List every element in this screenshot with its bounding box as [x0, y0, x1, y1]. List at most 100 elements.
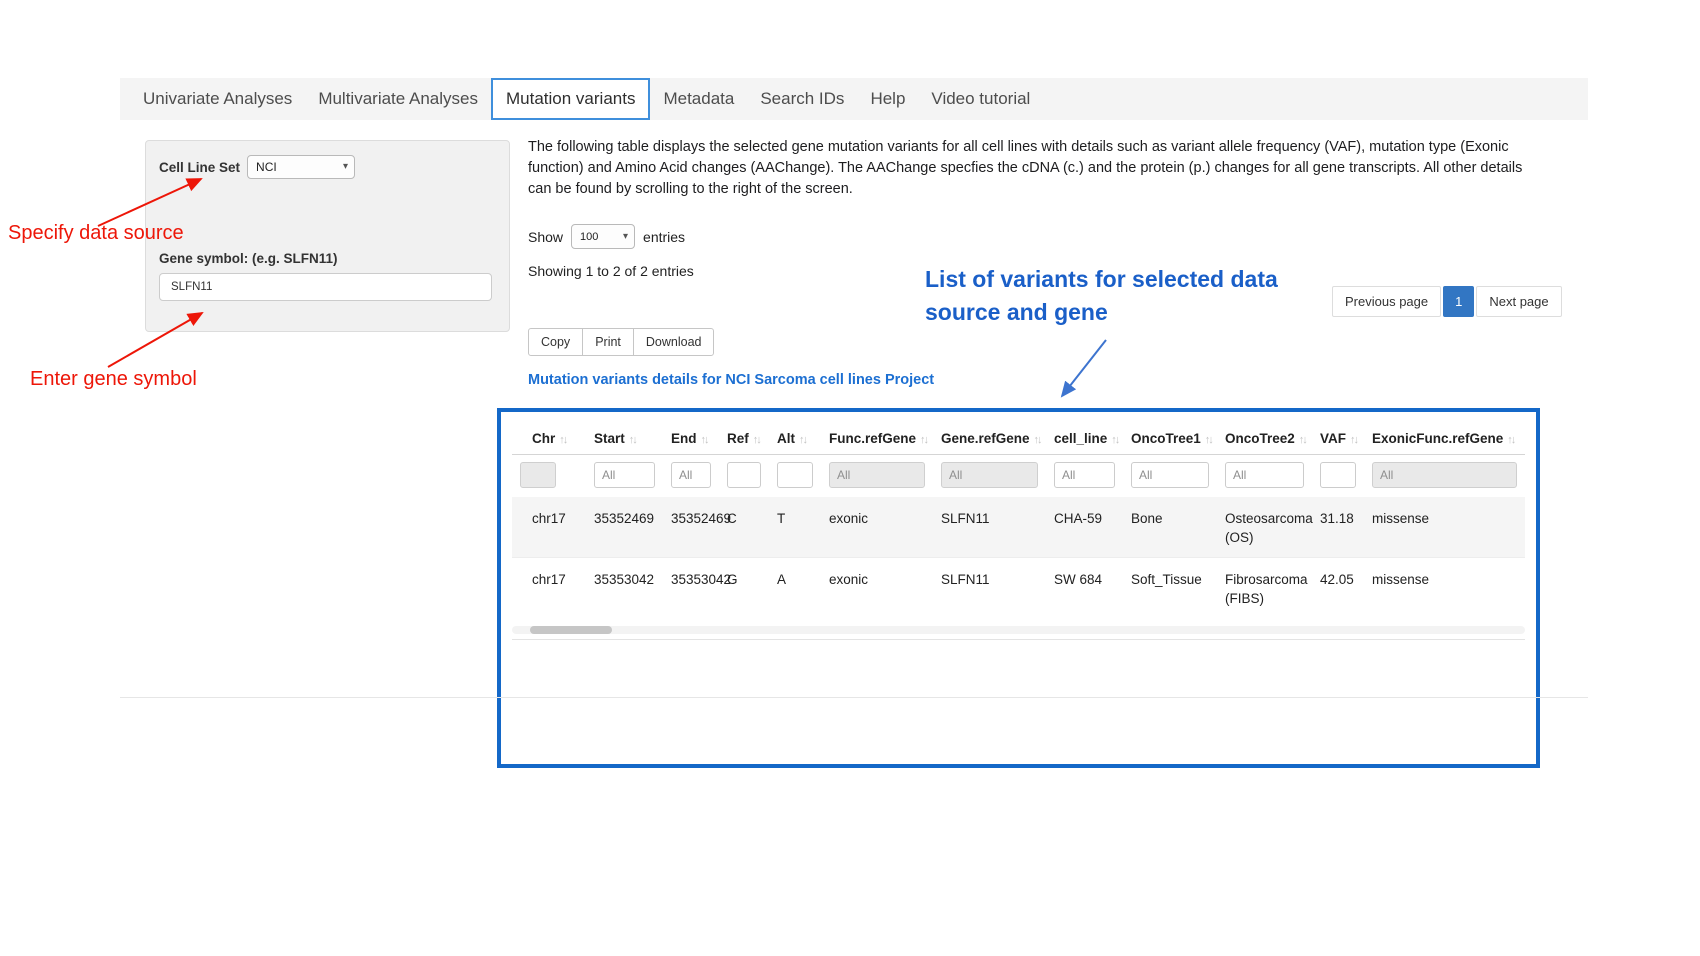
table-cell: missense [1364, 558, 1525, 619]
description-text: The following table displays the selecte… [528, 137, 1533, 200]
sort-icon[interactable]: ↑↓ [701, 434, 708, 446]
filter-row [512, 455, 1525, 498]
content-bottom-divider [120, 697, 1588, 698]
table-cell: Osteosarcoma (OS) [1217, 497, 1312, 558]
sort-icon[interactable]: ↑↓ [1299, 434, 1306, 446]
table-cell: SW 684 [1046, 558, 1123, 619]
tab-univariate-analyses[interactable]: Univariate Analyses [130, 78, 305, 120]
table-cell: 35353042 [586, 558, 663, 619]
copy-button[interactable]: Copy [528, 328, 583, 356]
column-header-ref[interactable]: Ref↑↓ [719, 423, 769, 455]
table-cell: chr17 [512, 558, 586, 619]
show-label: Show [528, 229, 563, 245]
table-cell: Bone [1123, 497, 1217, 558]
column-header-end[interactable]: End↑↓ [663, 423, 719, 455]
print-button[interactable]: Print [582, 328, 634, 356]
column-header-exonicfunc-refgene[interactable]: ExonicFunc.refGene↑↓ [1364, 423, 1525, 455]
table-cell: missense [1364, 497, 1525, 558]
blue-arrow-to-table [1062, 340, 1106, 396]
entries-select[interactable]: 100 [571, 224, 635, 249]
control-panel: Cell Line Set NCI ▾ Gene symbol: (e.g. S… [145, 140, 510, 332]
column-header-vaf[interactable]: VAF↑↓ [1312, 423, 1364, 455]
scrollbar-thumb[interactable] [530, 626, 612, 634]
column-header-chr[interactable]: Chr↑↓ [512, 423, 586, 455]
filter-input-end[interactable] [671, 462, 711, 488]
sort-icon[interactable]: ↑↓ [799, 434, 806, 446]
entries-label: entries [643, 229, 685, 245]
previous-page-button[interactable]: Previous page [1332, 286, 1441, 317]
table-cell: SLFN11 [933, 497, 1046, 558]
table-underline [512, 639, 1525, 640]
next-page-button[interactable]: Next page [1476, 286, 1561, 317]
tab-help[interactable]: Help [857, 78, 918, 120]
column-header-oncotree1[interactable]: OncoTree1↑↓ [1123, 423, 1217, 455]
annotation-specify-data-source: Specify data source [8, 222, 184, 245]
table-cell: exonic [821, 497, 933, 558]
sort-icon[interactable]: ↑↓ [1507, 434, 1514, 446]
sort-icon[interactable]: ↑↓ [559, 434, 566, 446]
variants-table-container: Chr↑↓ Start↑↓ End↑↓ Ref↑↓ Alt↑↓ Func.ref… [497, 408, 1540, 768]
table-row: chr17 35353042 35353042 G A exonic SLFN1… [512, 558, 1525, 619]
column-header-start[interactable]: Start↑↓ [586, 423, 663, 455]
sort-icon[interactable]: ↑↓ [629, 434, 636, 446]
cell-line-set-select[interactable]: NCI [247, 155, 355, 179]
tab-video-tutorial[interactable]: Video tutorial [918, 78, 1043, 120]
table-cell: 35353042 [663, 558, 719, 619]
horizontal-scrollbar[interactable] [512, 626, 1525, 634]
column-header-func-refgene[interactable]: Func.refGene↑↓ [821, 423, 933, 455]
table-title: Mutation variants details for NCI Sarcom… [528, 372, 934, 388]
variants-table: Chr↑↓ Start↑↓ End↑↓ Ref↑↓ Alt↑↓ Func.ref… [512, 423, 1525, 618]
filter-input-oncotree1[interactable] [1131, 462, 1209, 488]
sort-icon[interactable]: ↑↓ [1111, 434, 1118, 446]
current-page-button[interactable]: 1 [1443, 286, 1474, 317]
gene-symbol-label: Gene symbol: (e.g. SLFN11) [159, 251, 338, 266]
table-cell: 35352469 [663, 497, 719, 558]
sort-icon[interactable]: ↑↓ [1034, 434, 1041, 446]
table-cell: CHA-59 [1046, 497, 1123, 558]
filter-input-gene-refgene[interactable] [941, 462, 1038, 488]
sort-icon[interactable]: ↑↓ [753, 434, 760, 446]
filter-input-exonicfunc-refgene[interactable] [1372, 462, 1517, 488]
sort-icon[interactable]: ↑↓ [1205, 434, 1212, 446]
column-header-gene-refgene[interactable]: Gene.refGene↑↓ [933, 423, 1046, 455]
filter-input-vaf[interactable] [1320, 462, 1356, 488]
filter-input-chr[interactable] [520, 462, 556, 488]
table-row: chr17 35352469 35352469 C T exonic SLFN1… [512, 497, 1525, 558]
table-cell: 42.05 [1312, 558, 1364, 619]
table-cell: T [769, 497, 821, 558]
table-cell: G [719, 558, 769, 619]
tab-search-ids[interactable]: Search IDs [747, 78, 857, 120]
tab-metadata[interactable]: Metadata [650, 78, 747, 120]
column-header-oncotree2[interactable]: OncoTree2↑↓ [1217, 423, 1312, 455]
table-cell: 31.18 [1312, 497, 1364, 558]
filter-input-alt[interactable] [777, 462, 813, 488]
main-nav: Univariate Analyses Multivariate Analyse… [120, 78, 1588, 120]
annotation-list-of-variants: List of variants for selected data sourc… [925, 263, 1330, 329]
sort-icon[interactable]: ↑↓ [1350, 434, 1357, 446]
filter-input-start[interactable] [594, 462, 655, 488]
table-cell: 35352469 [586, 497, 663, 558]
table-cell: chr17 [512, 497, 586, 558]
filter-input-func-refgene[interactable] [829, 462, 925, 488]
table-cell: Fibrosarcoma (FIBS) [1217, 558, 1312, 619]
show-entries-control: Show 100 ▾ entries [528, 224, 685, 249]
table-cell: SLFN11 [933, 558, 1046, 619]
download-button[interactable]: Download [633, 328, 715, 356]
column-header-alt[interactable]: Alt↑↓ [769, 423, 821, 455]
export-button-group: Copy Print Download [528, 328, 714, 356]
table-cell: exonic [821, 558, 933, 619]
tab-mutation-variants[interactable]: Mutation variants [491, 78, 650, 120]
cell-line-set-label: Cell Line Set [159, 160, 240, 175]
filter-input-ref[interactable] [727, 462, 761, 488]
gene-symbol-input[interactable] [159, 273, 492, 301]
filter-input-oncotree2[interactable] [1225, 462, 1304, 488]
sort-icon[interactable]: ↑↓ [920, 434, 927, 446]
pagination: Previous page 1 Next page [1330, 286, 1562, 317]
tab-multivariate-analyses[interactable]: Multivariate Analyses [305, 78, 491, 120]
table-cell: Soft_Tissue [1123, 558, 1217, 619]
header-row: Chr↑↓ Start↑↓ End↑↓ Ref↑↓ Alt↑↓ Func.ref… [512, 423, 1525, 455]
column-header-cell-line[interactable]: cell_line↑↓ [1046, 423, 1123, 455]
filter-input-cell-line[interactable] [1054, 462, 1115, 488]
table-cell: C [719, 497, 769, 558]
showing-entries-text: Showing 1 to 2 of 2 entries [528, 263, 694, 279]
